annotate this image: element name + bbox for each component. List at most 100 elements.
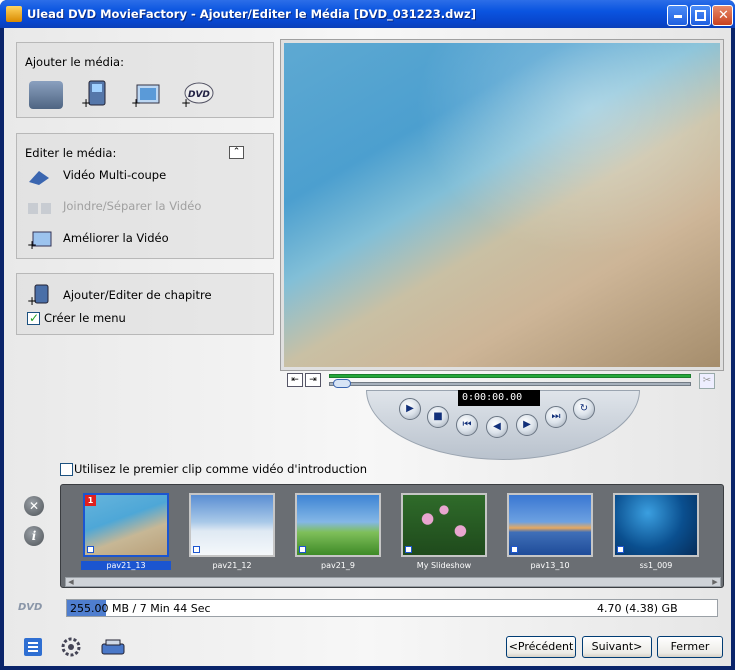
minimize-icon (674, 15, 682, 18)
close-dialog-button[interactable]: Fermer (657, 636, 723, 658)
clip-label-6: ss1_009 (639, 561, 673, 570)
svg-text:+: + (27, 238, 37, 250)
slideshow-clip-icon (405, 546, 412, 553)
timecode-display[interactable]: 0:00:00.00 (458, 390, 540, 406)
clip-thumbnail-5[interactable] (507, 493, 593, 557)
clip-thumbnail-3[interactable] (295, 493, 381, 557)
next-button[interactable]: Suivant> (582, 636, 652, 658)
mark-out-button[interactable]: ⇥ (305, 373, 321, 387)
svg-text:+: + (27, 294, 37, 306)
capacity-used-text: 255.00 MB / 7 Min 44 Sec (70, 602, 211, 615)
skip-forward-icon: ⏭ (551, 411, 561, 422)
burn-disc-icon[interactable] (100, 636, 125, 658)
enhance-video-icon: + (27, 230, 52, 252)
close-button[interactable]: ✕ (712, 5, 733, 26)
remove-clip-button[interactable]: ✕ (24, 496, 44, 516)
chapter-panel: + Ajouter/Editer de chapitre ✓ Créer le … (16, 273, 274, 335)
maximize-button[interactable] (690, 5, 711, 26)
create-menu-label: Créer le menu (44, 311, 126, 325)
multitrim-icon (27, 168, 51, 186)
minimize-button[interactable] (667, 5, 688, 26)
chevron-up-icon: ⌃ (232, 147, 241, 157)
add-dvd-icon[interactable]: DVD + (179, 79, 214, 110)
add-edit-chapter-link[interactable]: Ajouter/Editer de chapitre (63, 288, 212, 302)
capacity-total-text: 4.70 (4.38) GB (597, 602, 678, 615)
scrubber-bar: ⇤ ⇥ ✂ (287, 371, 717, 391)
video-clip-icon (87, 546, 94, 553)
edit-media-label: Editer le média: (25, 146, 117, 160)
create-menu-checkbox[interactable]: ✓ (27, 311, 40, 325)
clip-number-badge: 1 (85, 495, 96, 506)
main-client: Ajouter le média: + + DVD + Editer le méd… (4, 28, 731, 666)
step-back-icon: ◀ (493, 421, 501, 432)
title-bar[interactable]: Ulead DVD MovieFactory - Ajouter/Editer … (0, 0, 735, 28)
video-capture-icon[interactable] (29, 81, 63, 109)
step-forward-icon: ▶ (523, 419, 531, 430)
svg-text:+: + (131, 96, 141, 109)
clip-label-3: pav21_9 (321, 561, 355, 570)
video-preview (280, 39, 724, 371)
add-video-icon[interactable]: + (79, 79, 113, 110)
clip-info-button[interactable]: i (24, 526, 44, 546)
clip-thumbnail-6[interactable] (613, 493, 699, 557)
checkmark-icon: ✓ (29, 311, 40, 325)
go-to-start-button[interactable]: ⏮ (456, 414, 478, 436)
next-frame-button[interactable]: ▶ (516, 414, 538, 436)
dvd-logo: DVD (18, 602, 43, 613)
skip-back-icon: ⏮ (462, 419, 472, 430)
join-split-icon (27, 199, 51, 217)
video-clip-icon (299, 546, 306, 553)
previous-frame-button[interactable]: ◀ (486, 416, 508, 438)
play-button[interactable]: ▶ (399, 398, 421, 420)
go-to-end-button[interactable]: ⏭ (545, 406, 567, 428)
clip-thumbnail-2[interactable] (189, 493, 275, 557)
add-media-label: Ajouter le média: (25, 55, 124, 69)
repeat-button[interactable]: ↻ (573, 398, 595, 420)
edit-media-panel: Editer le média: ⌃ Vidéo Multi-coupe Joi… (16, 133, 274, 259)
bottom-bar: <Précédent Suivant> Fermer (4, 628, 731, 666)
play-icon: ▶ (406, 403, 414, 414)
previous-button[interactable]: <Précédent (506, 636, 576, 658)
chapter-icon: + (27, 284, 51, 308)
join-split-video-link[interactable]: Joindre/Séparer la Vidéo (63, 199, 201, 213)
clip-label-5: pav13_10 (530, 561, 570, 570)
scroll-right-icon[interactable]: ▶ (710, 578, 720, 586)
video-clip-icon (617, 546, 624, 553)
preferences-gear-icon[interactable] (60, 636, 84, 658)
collapse-button[interactable]: ⌃ (229, 146, 244, 159)
enhance-video-link[interactable]: Améliorer la Vidéo (63, 231, 169, 245)
scroll-left-icon[interactable]: ◀ (66, 578, 76, 586)
video-clip-icon (193, 546, 200, 553)
scissors-button[interactable]: ✂ (699, 373, 715, 389)
mark-in-button[interactable]: ⇤ (287, 373, 303, 387)
svg-text:+: + (181, 96, 191, 109)
capacity-status: DVD 255.00 MB / 7 Min 44 Sec 4.70 (4.38)… (14, 598, 724, 622)
add-image-icon[interactable]: + (129, 79, 163, 110)
svg-text:DVD: DVD (188, 90, 210, 100)
clip-strip-scrollbar[interactable]: ◀ ▶ (65, 577, 721, 587)
intro-clip-label: Utilisez le premier clip comme vidéo d'i… (74, 462, 368, 476)
multitrim-video-link[interactable]: Vidéo Multi-coupe (63, 168, 166, 182)
intro-clip-checkbox[interactable] (60, 463, 73, 476)
clip-label-1: pav21_13 (81, 561, 171, 570)
clip-label-2: pav21_12 (212, 561, 252, 570)
app-window: Ulead DVD MovieFactory - Ajouter/Editer … (0, 0, 735, 670)
stop-icon: ■ (433, 411, 443, 422)
repeat-icon: ↻ (579, 403, 589, 414)
clip-thumbnail-4[interactable] (401, 493, 487, 557)
playhead-handle[interactable] (333, 379, 351, 388)
clip-label-4: My Slideshow (416, 561, 472, 570)
trim-bar[interactable] (329, 374, 691, 378)
add-media-panel: Ajouter le média: + + DVD + (16, 42, 274, 118)
capacity-bar: 255.00 MB / 7 Min 44 Sec 4.70 (4.38) GB (66, 599, 718, 617)
project-settings-icon[interactable] (22, 636, 46, 658)
svg-text:+: + (81, 96, 91, 109)
close-icon: ✕ (718, 8, 729, 23)
stop-button[interactable]: ■ (427, 406, 449, 428)
window-title: Ulead DVD MovieFactory - Ajouter/Editer … (27, 7, 476, 21)
app-icon (6, 6, 22, 22)
close-circle-icon: ✕ (28, 499, 40, 513)
info-icon: i (31, 529, 37, 543)
clip-thumbnail-1[interactable]: 1 (83, 493, 169, 557)
progress-track[interactable] (329, 382, 691, 386)
